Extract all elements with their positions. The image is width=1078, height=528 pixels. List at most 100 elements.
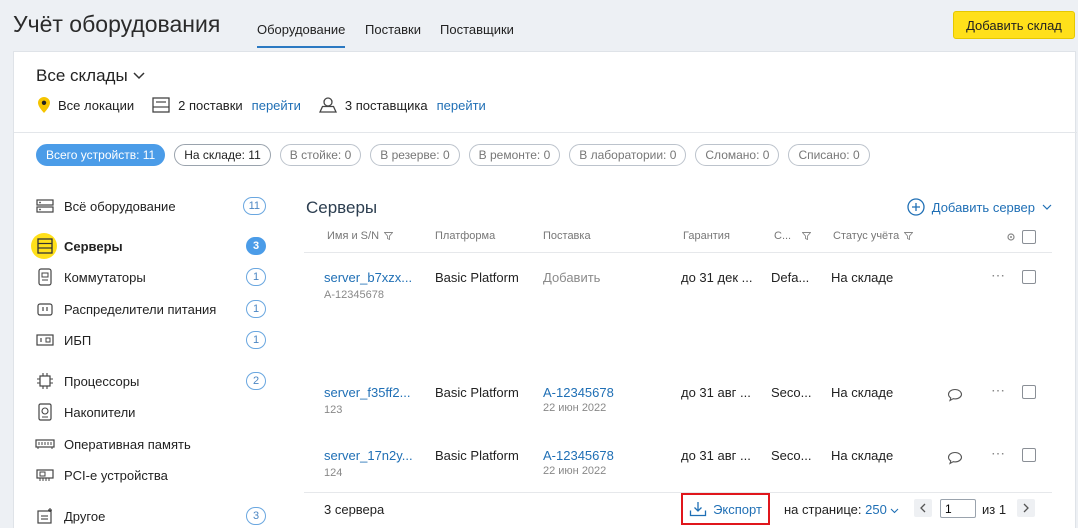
sidebar-item-other[interactable]: Другое 3 <box>35 503 270 528</box>
export-button[interactable]: Экспорт <box>681 493 770 525</box>
suppliers-count: 3 поставщика <box>344 97 428 113</box>
more-actions-icon[interactable]: ⋯ <box>991 382 1006 399</box>
row-divider <box>304 252 1052 253</box>
server-name-link[interactable]: server_f35ff2... <box>324 385 422 400</box>
sidebar-item-label: Серверы <box>64 238 123 254</box>
sidebar-item-servers[interactable]: Серверы 3 <box>31 233 270 259</box>
supply-date: 22 июн 2022 <box>543 402 607 414</box>
supply-link[interactable]: A-12345678 <box>543 448 614 463</box>
export-label: Экспорт <box>713 501 762 517</box>
filter-chip-lab[interactable]: В лаборатории: 0 <box>569 144 687 166</box>
comment-icon[interactable] <box>947 451 963 465</box>
filter-chip-in-stock[interactable]: На складе: 11 <box>174 144 271 166</box>
sidebar-item-cpu[interactable]: Процессоры 2 <box>35 368 270 394</box>
serial-number: A-12345678 <box>324 289 384 301</box>
more-actions-icon[interactable]: ⋯ <box>991 445 1006 462</box>
cpu-icon <box>35 371 55 391</box>
storage-icon <box>35 402 55 422</box>
next-page-button[interactable] <box>1017 499 1035 517</box>
tab-suppliers[interactable]: Поставщики <box>440 22 514 37</box>
pcie-icon <box>35 465 55 485</box>
column-header-warranty[interactable]: Гарантия <box>683 230 730 242</box>
add-warehouse-button[interactable]: Добавить склад <box>953 11 1075 39</box>
sidebar-item-count: 3 <box>246 237 266 255</box>
top-bar: Учёт оборудования Оборудование Поставки … <box>0 0 1078 50</box>
sidebar-item-ram[interactable]: Оперативная память <box>35 431 270 457</box>
suppliers-link[interactable]: перейти <box>437 98 486 113</box>
sidebar-item-ups[interactable]: ИБП 1 <box>35 327 270 353</box>
filter-chip-total[interactable]: Всего устройств: 11 <box>36 144 166 166</box>
select-all-checkbox[interactable] <box>1022 230 1036 244</box>
platform-cell: Basic Platform <box>435 270 519 285</box>
column-header-name[interactable]: Имя и S/N <box>327 230 394 242</box>
column-header-c[interactable]: С... <box>774 230 812 242</box>
filter-icon <box>802 232 812 240</box>
tab-supplies[interactable]: Поставки <box>365 22 421 37</box>
supplies-link[interactable]: перейти <box>252 98 301 113</box>
warehouse-select-label: Все склады <box>36 66 128 85</box>
row-checkbox[interactable] <box>1022 448 1036 462</box>
supply-date: 22 июн 2022 <box>543 465 607 477</box>
server-name-link[interactable]: server_17n2y... <box>324 448 422 463</box>
sidebar-item-count: 3 <box>246 507 266 525</box>
plus-circle-icon <box>907 198 925 216</box>
server-name-link[interactable]: server_b7xzx... <box>324 270 422 285</box>
row-checkbox[interactable] <box>1022 270 1036 284</box>
page-number-input[interactable] <box>940 499 976 518</box>
sidebar-item-label: Всё оборудование <box>64 198 176 214</box>
filter-chip-repair[interactable]: В ремонте: 0 <box>468 144 561 166</box>
chevron-right-icon <box>1023 503 1029 513</box>
tab-equipment[interactable]: Оборудование <box>257 22 346 48</box>
download-icon <box>689 502 707 517</box>
sidebar-item-count: 11 <box>242 197 266 215</box>
add-server-button[interactable]: Добавить сервер <box>907 198 1052 216</box>
chevron-down-icon <box>891 508 899 514</box>
c-cell: Seco... <box>771 448 811 463</box>
server-icon <box>35 236 55 256</box>
prev-page-button[interactable] <box>914 499 932 517</box>
supply-link[interactable]: A-12345678 <box>543 385 614 400</box>
sidebar-item-switches[interactable]: Коммутаторы 1 <box>35 264 270 290</box>
column-header-supply[interactable]: Поставка <box>543 230 591 242</box>
settings-gear-icon[interactable] <box>1006 232 1016 242</box>
row-checkbox[interactable] <box>1022 385 1036 399</box>
filter-chip-reserve[interactable]: В резерве: 0 <box>370 144 460 166</box>
sidebar-item-pcie[interactable]: PCI-e устройства <box>35 462 270 488</box>
sidebar-item-pdu[interactable]: Распределители питания 1 <box>35 296 270 322</box>
sidebar-item-count: 1 <box>246 268 266 286</box>
warehouse-meta: Все локации 2 поставки перейти 3 поставщ… <box>38 97 504 113</box>
section-title: Серверы <box>306 198 378 217</box>
sidebar-item-all[interactable]: Всё оборудование 11 <box>35 193 270 219</box>
per-page-value[interactable]: 250 <box>865 502 887 517</box>
sidebar-item-storage[interactable]: Накопители <box>35 399 270 425</box>
warehouse-select[interactable]: Все склады <box>36 66 145 86</box>
filter-chip-broken[interactable]: Сломано: 0 <box>695 144 780 166</box>
more-actions-icon[interactable]: ⋯ <box>991 267 1006 284</box>
column-header-platform[interactable]: Платформа <box>435 230 495 242</box>
sidebar-item-label: Распределители питания <box>64 301 217 317</box>
add-supply-link[interactable]: Добавить <box>543 270 600 285</box>
per-page-control[interactable]: на странице: 250 <box>784 502 899 517</box>
status-filters: Всего устройств: 11 На складе: 11 В стой… <box>36 144 870 166</box>
column-header-status[interactable]: Статус учёта <box>833 230 914 242</box>
chevron-left-icon <box>920 503 926 513</box>
sidebar-item-label: Коммутаторы <box>64 269 146 285</box>
ram-icon <box>35 434 55 454</box>
sidebar-item-count: 1 <box>246 300 266 318</box>
sidebar-item-label: Оперативная память <box>64 436 191 452</box>
supplies-count: 2 поставки <box>178 97 243 113</box>
location-pin-icon <box>38 97 50 113</box>
sidebar-item-count: 2 <box>246 372 266 390</box>
chevron-down-icon <box>1042 204 1052 210</box>
all-equipment-icon <box>35 196 55 216</box>
sidebar-item-label: ИБП <box>64 332 92 348</box>
ups-icon <box>35 330 55 350</box>
comment-icon[interactable] <box>947 388 963 402</box>
filter-chip-written-off[interactable]: Списано: 0 <box>788 144 870 166</box>
status-cell: На складе <box>831 270 894 285</box>
filter-chip-in-rack[interactable]: В стойке: 0 <box>279 144 362 166</box>
warranty-cell: до 31 авг ... <box>681 385 751 400</box>
chevron-down-icon <box>133 72 145 80</box>
switch-icon <box>35 267 55 287</box>
main-panel: Все склады Все локации 2 поставки перейт… <box>13 51 1077 528</box>
